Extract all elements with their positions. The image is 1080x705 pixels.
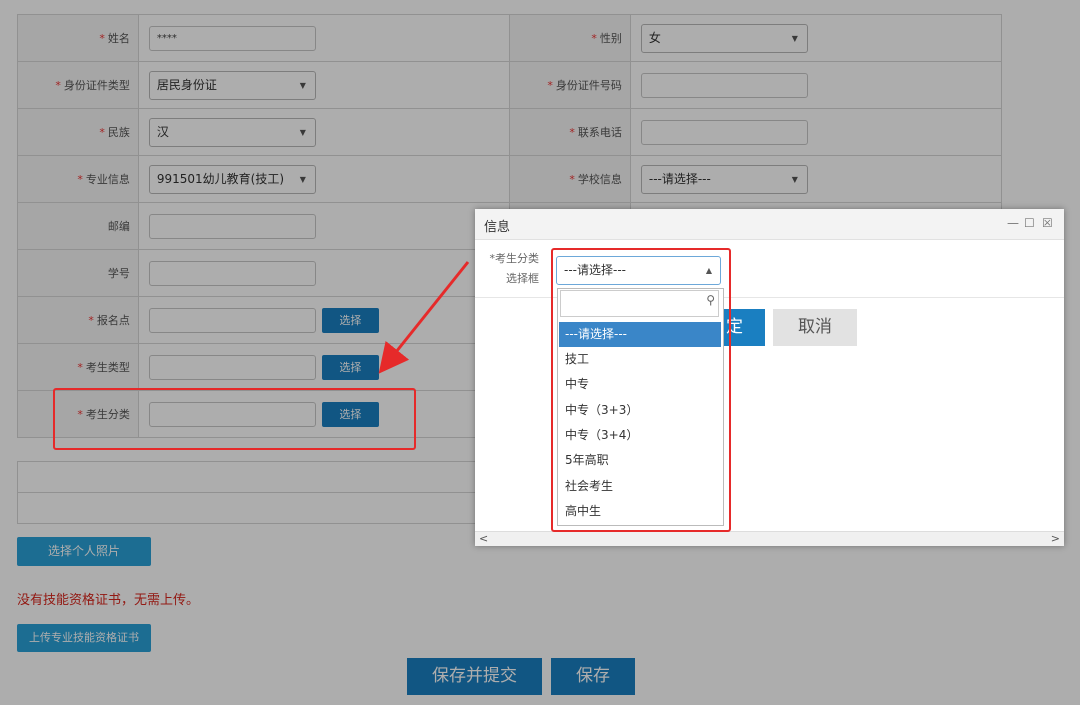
minimize-icon[interactable]: — [1007, 216, 1019, 230]
scroll-right-icon[interactable]: > [1051, 532, 1060, 545]
horizontal-scrollbar[interactable]: < > [475, 531, 1064, 546]
dialog-title: 信息 [484, 220, 511, 235]
close-icon[interactable]: ☒ [1042, 216, 1053, 230]
cancel-button[interactable]: 取消 [773, 309, 857, 346]
dialog-header: 信息 — ☐ ☒ [475, 209, 1064, 240]
highlight-box-dropdown [551, 248, 731, 532]
category-field-label: *考生分类 选择框 [489, 252, 540, 285]
maximize-icon[interactable]: ☐ [1024, 216, 1035, 230]
scroll-left-icon[interactable]: < [479, 532, 488, 545]
highlight-box-category-row [53, 388, 416, 450]
